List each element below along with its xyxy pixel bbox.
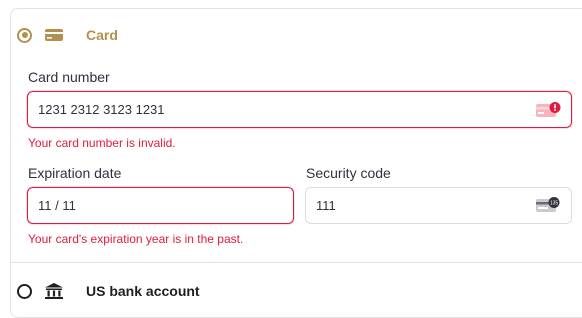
payment-method-bank[interactable]: US bank account — [17, 282, 200, 300]
expiration-date-value: 11 / 11 — [38, 198, 76, 213]
cvc-card-icon: 135 — [535, 196, 561, 217]
card-number-input[interactable]: 1231 2312 3123 1231 — [27, 91, 572, 128]
security-code-value: 111 — [316, 198, 336, 213]
payment-method-card[interactable]: Card — [17, 27, 118, 43]
expiration-date-label: Expiration date — [28, 165, 122, 181]
security-code-input[interactable]: 111 135 — [305, 187, 572, 224]
expiration-date-error: Your card's expiration year is in the pa… — [28, 232, 244, 246]
security-code-label: Security code — [306, 165, 391, 181]
card-error-icon — [535, 101, 561, 122]
credit-card-icon — [44, 27, 64, 43]
card-radio-button[interactable] — [17, 27, 32, 43]
bank-radio-button[interactable] — [17, 283, 32, 299]
bank-icon — [44, 282, 64, 300]
payment-panel — [10, 8, 582, 318]
card-number-value: 1231 2312 3123 1231 — [38, 102, 165, 117]
cvc-icon-text: 135 — [550, 201, 559, 207]
card-number-error: Your card number is invalid. — [28, 136, 176, 150]
method-divider — [10, 262, 582, 263]
bank-method-label: US bank account — [86, 283, 200, 299]
expiration-date-input[interactable]: 11 / 11 — [27, 187, 294, 224]
card-method-label: Card — [86, 27, 118, 43]
card-number-label: Card number — [28, 69, 110, 85]
